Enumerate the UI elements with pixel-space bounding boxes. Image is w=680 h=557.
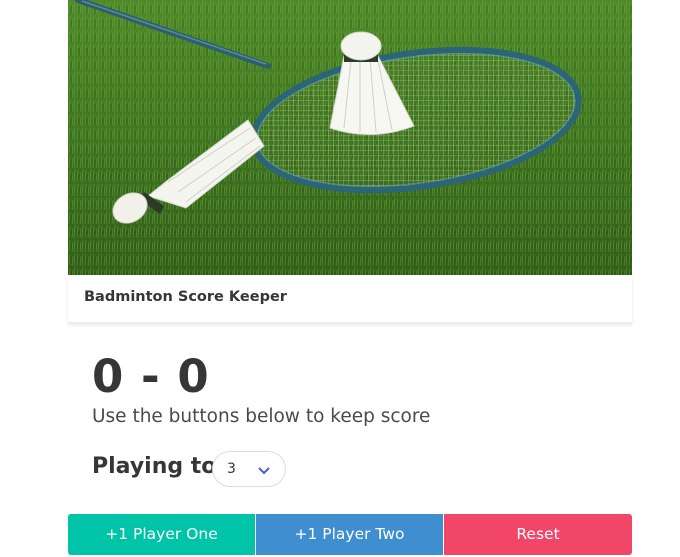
playing-to-value: 3: [227, 461, 236, 477]
score-keeper-card: Badminton Score Keeper 0 - 0 Use the but…: [68, 0, 632, 557]
instructions-text: Use the buttons below to keep score: [92, 406, 431, 427]
player-one-score: 0: [92, 350, 125, 403]
hero-image: [68, 0, 632, 275]
reset-button[interactable]: Reset: [444, 514, 632, 555]
chevron-down-icon: [257, 462, 271, 481]
player-two-button[interactable]: +1 Player Two: [256, 514, 443, 555]
card-title: Badminton Score Keeper: [84, 289, 287, 305]
card-header: Badminton Score Keeper: [68, 275, 632, 323]
player-two-score: 0: [177, 350, 210, 403]
card-footer: +1 Player One +1 Player Two Reset: [68, 514, 632, 555]
player-one-button[interactable]: +1 Player One: [68, 514, 255, 555]
score-separator: -: [140, 350, 161, 403]
score-display: 0 - 0: [92, 348, 210, 406]
playing-to-label: Playing to: [92, 454, 217, 479]
playing-to-select[interactable]: 3: [212, 451, 286, 487]
